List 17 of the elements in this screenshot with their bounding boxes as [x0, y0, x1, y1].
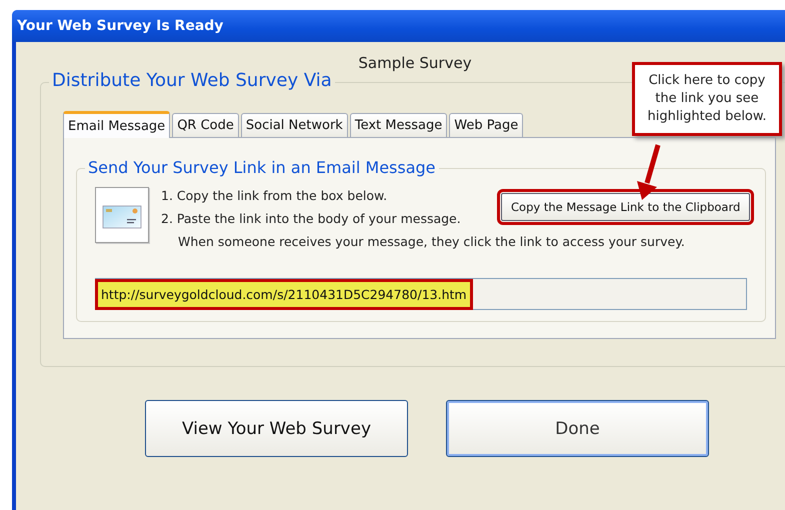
- section-title: Send Your Survey Link in an Email Message: [85, 158, 439, 177]
- instruction-text: 2. Paste the link into the body of your message.: [161, 210, 461, 228]
- instruction-text: 1. Copy the link from the box below.: [161, 187, 388, 205]
- callout-note: Click here to copy the link you see highlighted below.: [632, 62, 782, 136]
- window-title: Your Web Survey Is Ready: [17, 18, 224, 34]
- survey-name: Sample Survey: [357, 54, 473, 72]
- dialog-button[interactable]: View Your Web Survey: [145, 400, 408, 457]
- envelope-icon: [95, 187, 149, 243]
- tab[interactable]: QR Code: [172, 113, 239, 137]
- tab[interactable]: Text Message: [350, 113, 448, 137]
- tab[interactable]: Web Page: [449, 113, 524, 137]
- dialog-button[interactable]: Done: [446, 400, 709, 457]
- tab[interactable]: Social Network: [240, 113, 348, 137]
- group-title: Distribute Your Web Survey Via: [49, 70, 335, 91]
- instruction-text: When someone receives your message, they click the link to access your survey.: [177, 233, 685, 251]
- link-field[interactable]: http://surveygoldcloud.com/s/2110431D5C294780/13.htm: [95, 278, 747, 310]
- tab[interactable]: Email Message: [63, 111, 170, 138]
